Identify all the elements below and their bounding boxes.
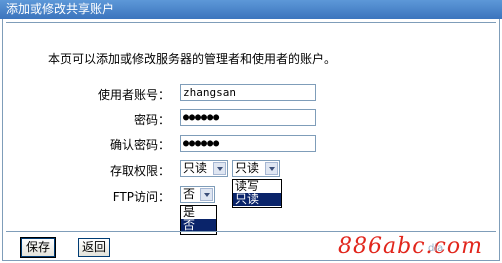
username-label: 使用者账号： (97, 88, 170, 102)
intro-text: 本页可以添加或修改服务器的管理者和使用者的账户。 (48, 52, 337, 66)
window-title: 添加或修改共享账户 (0, 0, 502, 19)
permission-select-primary[interactable]: 只读 (180, 160, 228, 177)
confirm-password-input[interactable]: ●●●●●● (180, 135, 316, 152)
password-input[interactable]: ●●●●●● (180, 109, 316, 126)
permission-dropdown-list: 读写 只读 (232, 179, 282, 208)
confirm-password-label: 确认密码： (109, 138, 170, 152)
permission-select-secondary[interactable]: 只读 (232, 160, 280, 177)
watermark-logo: 886abc.com (338, 234, 483, 259)
permission-select-primary-value: 只读 (183, 161, 208, 175)
save-button[interactable]: 保存 (20, 237, 56, 258)
permission-label: 存取权限： (109, 164, 170, 178)
chevron-down-icon[interactable] (213, 162, 226, 175)
ftp-access-select-value: 否 (183, 187, 196, 201)
password-label: 密码： (133, 113, 170, 127)
bottom-divider (6, 231, 496, 232)
username-input[interactable]: zhangsan (180, 84, 316, 101)
chevron-down-icon[interactable] (265, 162, 278, 175)
ftp-access-label: FTP访问： (112, 190, 170, 204)
top-divider (6, 22, 496, 23)
permission-select-secondary-value: 只读 (235, 161, 260, 175)
permission-option-readonly[interactable]: 只读 (233, 193, 281, 206)
chevron-down-icon[interactable] (200, 188, 213, 201)
watermark-subtext: dia (428, 243, 444, 254)
ftp-access-select[interactable]: 否 (180, 186, 215, 203)
back-button[interactable]: 返回 (78, 238, 110, 257)
